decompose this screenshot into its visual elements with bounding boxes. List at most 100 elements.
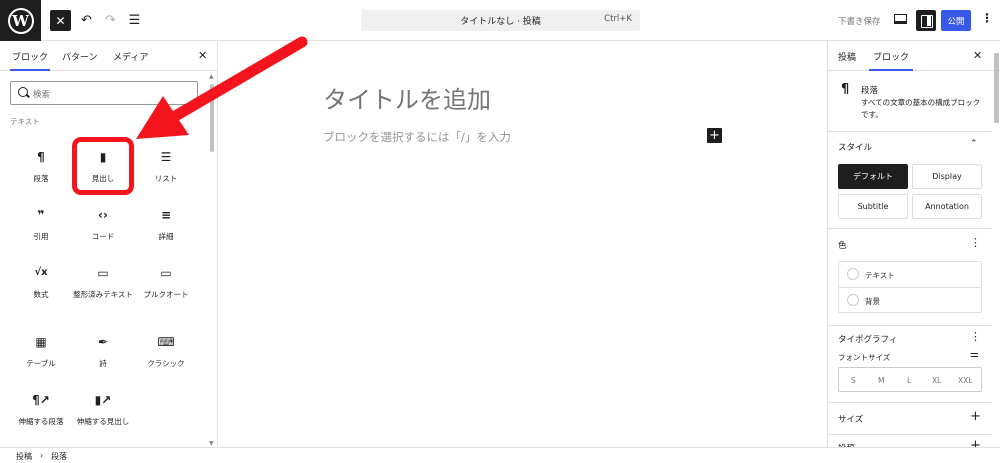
post-title-input[interactable]: タイトルを追加 bbox=[323, 80, 491, 115]
style-section-title[interactable]: スタイル bbox=[838, 141, 872, 153]
tab-patterns[interactable]: パターン bbox=[62, 50, 98, 63]
style-display-button[interactable]: Display bbox=[912, 164, 982, 189]
search-icon bbox=[18, 87, 28, 97]
quote-icon: ❞ bbox=[37, 208, 45, 222]
divider bbox=[828, 402, 991, 403]
chevron-up-icon[interactable]: ⌃ bbox=[970, 139, 978, 149]
document-title: タイトルなし · 投稿 bbox=[460, 17, 541, 27]
close-inserter-button[interactable]: ✕ bbox=[50, 10, 71, 31]
divider bbox=[828, 434, 991, 435]
block-classic[interactable]: ⌨ クラシック bbox=[136, 335, 196, 369]
font-size-picker: S M L XL XXL bbox=[838, 367, 982, 392]
color-text-option[interactable]: テキスト bbox=[839, 262, 981, 287]
typography-section-title: タイポグラフィ bbox=[838, 335, 898, 345]
block-verse[interactable]: ✒ 詩 bbox=[73, 335, 133, 369]
undo-button[interactable]: ↶ bbox=[76, 10, 97, 31]
size-option[interactable]: S bbox=[851, 376, 856, 385]
table-icon: ▦ bbox=[35, 335, 47, 349]
block-fit-heading[interactable]: ▮↗ 伸縮する見出し bbox=[73, 393, 133, 427]
scroll-up-icon[interactable]: ▲ bbox=[209, 73, 214, 80]
color-section-title: 色 bbox=[838, 241, 847, 251]
block-card-title: 段落 bbox=[861, 86, 879, 96]
swatch-icon bbox=[847, 294, 859, 306]
block-fit-paragraph[interactable]: ¶↗ 伸縮する段落 bbox=[11, 393, 71, 427]
publish-button[interactable]: 公開 bbox=[941, 10, 971, 31]
tab-block[interactable]: ブロック bbox=[868, 50, 914, 71]
breadcrumb: 投稿 › 段落 bbox=[0, 447, 1000, 463]
breadcrumb-item: 段落 bbox=[51, 452, 67, 461]
preview-icon[interactable] bbox=[894, 14, 907, 24]
add-block-button[interactable]: + bbox=[707, 128, 722, 143]
block-pullquote[interactable]: ▭ プルクオート bbox=[136, 266, 196, 300]
save-draft-button[interactable]: 下書き保存 bbox=[838, 15, 881, 27]
math-icon: √x bbox=[34, 267, 48, 278]
code-icon: ‹› bbox=[98, 208, 108, 222]
style-annotation-button[interactable]: Annotation bbox=[912, 194, 982, 219]
paragraph-icon: ¶ bbox=[37, 150, 45, 164]
more-options-icon[interactable]: ⋮ bbox=[970, 330, 981, 343]
search-input[interactable]: 検索 bbox=[10, 81, 198, 105]
paragraph-expand-icon: ¶↗ bbox=[32, 393, 50, 407]
color-background-option[interactable]: 背景 bbox=[839, 287, 981, 312]
style-subtitle-button[interactable]: Subtitle bbox=[838, 194, 908, 219]
list-view-icon: ☰ bbox=[128, 13, 141, 28]
breadcrumb-item[interactable]: 投稿 bbox=[16, 451, 32, 462]
inserter-tabs: ブロック パターン メディア ✕ bbox=[0, 41, 218, 71]
inserter-scrollbar[interactable]: ▲ ▼ bbox=[208, 71, 216, 447]
preformatted-icon: ▭ bbox=[97, 266, 109, 280]
block-quote[interactable]: ❞ 引用 bbox=[11, 208, 71, 242]
close-icon[interactable]: ✕ bbox=[973, 49, 982, 62]
size-section-title[interactable]: サイズ bbox=[838, 413, 863, 425]
plus-icon[interactable]: + bbox=[970, 438, 981, 447]
tab-post[interactable]: 投稿 bbox=[838, 50, 856, 63]
editor-canvas[interactable]: タイトルを追加 ブロックを選択するには「/」を入力 + bbox=[219, 41, 827, 447]
block-details[interactable]: ≡ 詳細 bbox=[136, 208, 196, 242]
scroll-thumb[interactable] bbox=[210, 84, 214, 152]
block-inserter-panel: ブロック パターン メディア ✕ 検索 テキスト ¶ 段落 ▮ 見出し ☰ リス… bbox=[0, 41, 218, 447]
command-palette-bar[interactable]: タイトルなし · 投稿 Ctrl+K bbox=[361, 10, 640, 31]
wordpress-logo[interactable]: W bbox=[0, 0, 41, 41]
more-options-icon[interactable]: ⋮ bbox=[981, 11, 993, 25]
tab-media[interactable]: メディア bbox=[113, 50, 148, 63]
color-options: テキスト 背景 bbox=[838, 261, 982, 313]
block-placeholder[interactable]: ブロックを選択するには「/」を入力 bbox=[323, 129, 511, 145]
block-preformatted[interactable]: ▭ 整形済みテキスト bbox=[73, 266, 133, 300]
block-card-description: すべての文章の基本の構成ブロックです。 bbox=[861, 98, 981, 119]
divider bbox=[828, 131, 991, 132]
scroll-down-icon[interactable]: ▼ bbox=[209, 440, 214, 447]
redo-button[interactable]: ↷ bbox=[100, 10, 121, 31]
settings-scrollbar[interactable] bbox=[991, 41, 1000, 447]
close-icon: ✕ bbox=[55, 13, 66, 28]
keyboard-icon: ⌨ bbox=[157, 335, 175, 349]
shortcut-hint: Ctrl+K bbox=[604, 14, 632, 24]
size-option[interactable]: XL bbox=[932, 376, 941, 385]
sliders-icon[interactable]: ⚌ bbox=[970, 349, 979, 360]
tab-blocks[interactable]: ブロック bbox=[9, 50, 51, 71]
block-paragraph[interactable]: ¶ 段落 bbox=[11, 150, 71, 184]
bookmark-expand-icon: ▮↗ bbox=[94, 393, 112, 407]
settings-toggle-button[interactable] bbox=[916, 10, 936, 31]
divider bbox=[828, 228, 991, 229]
size-option[interactable]: XXL bbox=[958, 376, 972, 385]
size-option[interactable]: L bbox=[907, 376, 911, 385]
block-code[interactable]: ‹› コード bbox=[73, 208, 133, 242]
style-default-button[interactable]: デフォルト bbox=[838, 164, 908, 189]
paragraph-icon: ¶ bbox=[841, 82, 850, 97]
settings-tabs: 投稿 ブロック ✕ bbox=[828, 41, 1000, 71]
block-table[interactable]: ▦ テーブル bbox=[11, 335, 71, 369]
close-icon[interactable]: ✕ bbox=[198, 49, 207, 62]
scroll-thumb[interactable] bbox=[994, 53, 999, 123]
feather-icon: ✒ bbox=[97, 335, 109, 349]
chevron-right-icon: › bbox=[40, 451, 44, 460]
details-icon: ≡ bbox=[160, 208, 172, 222]
font-size-label: フォントサイズ bbox=[838, 353, 891, 362]
wordpress-icon: W bbox=[7, 7, 34, 34]
block-math[interactable]: √x 数式 bbox=[11, 266, 71, 300]
size-option[interactable]: M bbox=[878, 376, 884, 385]
more-options-icon[interactable]: ⋮ bbox=[970, 236, 981, 249]
document-overview-button[interactable]: ☰ bbox=[124, 10, 145, 31]
search-placeholder: 検索 bbox=[33, 90, 51, 100]
plus-icon[interactable]: + bbox=[970, 409, 981, 424]
block-list[interactable]: ☰ リスト bbox=[136, 150, 196, 184]
divider bbox=[828, 325, 991, 326]
